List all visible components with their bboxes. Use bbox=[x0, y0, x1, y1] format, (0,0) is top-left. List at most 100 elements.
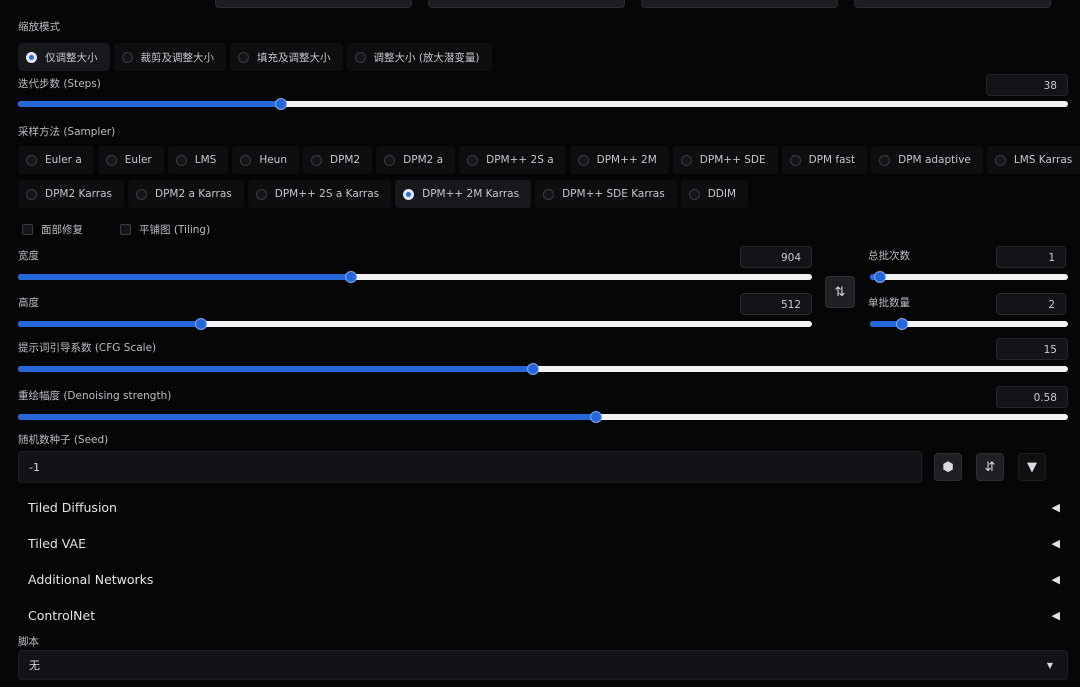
slider-fill bbox=[18, 274, 352, 280]
steps-slider[interactable] bbox=[18, 98, 1068, 110]
width-number-input[interactable]: 904 bbox=[740, 246, 812, 268]
resize-mode-radio-group: 仅调整大小 裁剪及调整大小 填充及调整大小 调整大小 (放大潜变量) bbox=[18, 43, 496, 71]
height-label: 高度 bbox=[18, 297, 39, 309]
radio-dot-icon bbox=[994, 154, 1006, 166]
reuse-seed-button[interactable]: ⇵ bbox=[976, 453, 1004, 481]
radio-dot-icon bbox=[577, 154, 589, 166]
top-button-1[interactable] bbox=[215, 0, 412, 8]
swap-arrows-icon: ⇅ bbox=[834, 284, 846, 300]
denoising-strength-label: 重绘幅度 (Denoising strength) bbox=[18, 390, 172, 402]
sampler-option-dpm-2s-a-karras[interactable]: DPM++ 2S a Karras bbox=[247, 180, 392, 208]
top-button-3[interactable] bbox=[641, 0, 838, 8]
sampler-option-lms[interactable]: LMS bbox=[167, 146, 229, 174]
sampler-label: 采样方法 (Sampler) bbox=[18, 126, 116, 138]
slider-thumb[interactable] bbox=[345, 271, 358, 283]
radio-dot-icon bbox=[384, 154, 396, 166]
sampler-option-dpm-fast[interactable]: DPM fast bbox=[781, 146, 868, 174]
slider-thumb[interactable] bbox=[274, 98, 287, 110]
caret-down-icon: ▼ bbox=[1027, 459, 1037, 475]
sampler-option-dpm2-a-karras[interactable]: DPM2 a Karras bbox=[127, 180, 244, 208]
sampler-option-ddim[interactable]: DDIM bbox=[680, 180, 749, 208]
denoising-strength-slider[interactable] bbox=[18, 411, 1068, 423]
recycle-icon: ⇵ bbox=[984, 459, 996, 475]
checkbox-box-icon bbox=[22, 224, 33, 235]
denoising-strength-number-input[interactable]: 0.58 bbox=[996, 386, 1068, 408]
batch-count-label: 总批次数 bbox=[868, 250, 910, 262]
sampler-option-heun[interactable]: Heun bbox=[232, 146, 299, 174]
resize-mode-option-1[interactable]: 裁剪及调整大小 bbox=[113, 43, 226, 71]
resize-mode-option-3[interactable]: 调整大小 (放大潜变量) bbox=[346, 43, 492, 71]
face-restore-checkbox[interactable]: 面部修复 bbox=[22, 222, 83, 237]
sampler-option-dpm-sde-karras[interactable]: DPM++ SDE Karras bbox=[535, 180, 677, 208]
swap-dimensions-button[interactable]: ⇅ bbox=[825, 276, 855, 308]
height-number-input[interactable]: 512 bbox=[740, 293, 812, 315]
dropdown-caret-icon: ▼ bbox=[1046, 660, 1053, 670]
extra-seed-toggle[interactable]: ▼ bbox=[1018, 453, 1046, 481]
resize-mode-option-0[interactable]: 仅调整大小 bbox=[18, 43, 110, 71]
slider-fill bbox=[18, 414, 596, 420]
cfg-scale-slider[interactable] bbox=[18, 363, 1068, 375]
script-dropdown[interactable]: 无 ▼ bbox=[18, 650, 1068, 680]
radio-dot-icon bbox=[789, 154, 801, 166]
resize-mode-label: 缩放模式 bbox=[18, 21, 60, 33]
cfg-scale-label: 提示词引导系数 (CFG Scale) bbox=[18, 342, 157, 354]
sampler-option-dpm-adaptive[interactable]: DPM adaptive bbox=[871, 146, 983, 174]
seed-label: 随机数种子 (Seed) bbox=[18, 434, 109, 446]
slider-thumb[interactable] bbox=[895, 318, 908, 330]
collapse-arrow-icon: ◀ bbox=[1051, 608, 1060, 622]
sampler-option-lms-karras[interactable]: LMS Karras bbox=[986, 146, 1080, 174]
batch-size-label: 单批数量 bbox=[868, 297, 910, 309]
slider-thumb[interactable] bbox=[194, 318, 207, 330]
tiling-checkbox[interactable]: 平铺图 (Tiling) bbox=[120, 222, 210, 237]
radio-dot-icon bbox=[403, 188, 415, 200]
width-label: 宽度 bbox=[18, 250, 39, 262]
radio-dot-icon bbox=[688, 188, 700, 200]
radio-dot-icon bbox=[238, 51, 249, 63]
slider-thumb[interactable] bbox=[589, 411, 602, 423]
sampler-option-dpm2[interactable]: DPM2 bbox=[303, 146, 373, 174]
dice-icon: ⬢ bbox=[942, 459, 954, 475]
radio-dot-icon bbox=[354, 51, 366, 63]
sampler-option-euler[interactable]: Euler bbox=[97, 146, 164, 174]
radio-dot-icon bbox=[680, 154, 692, 166]
batch-count-slider[interactable] bbox=[870, 271, 1068, 283]
steps-label: 迭代步数 (Steps) bbox=[18, 78, 101, 90]
top-button-2[interactable] bbox=[428, 0, 625, 8]
cfg-scale-number-input[interactable]: 15 bbox=[996, 338, 1068, 360]
top-button-4[interactable] bbox=[854, 0, 1051, 8]
slider-fill bbox=[18, 321, 201, 327]
sampler-option-dpm2-a[interactable]: DPM2 a bbox=[376, 146, 456, 174]
sampler-option-dpm-2s-a[interactable]: DPM++ 2S a bbox=[459, 146, 566, 174]
batch-size-number-input[interactable]: 2 bbox=[996, 293, 1066, 315]
slider-fill bbox=[18, 101, 281, 107]
batch-size-slider[interactable] bbox=[870, 318, 1068, 330]
batch-count-number-input[interactable]: 1 bbox=[996, 246, 1066, 268]
radio-dot-icon bbox=[255, 188, 267, 200]
height-slider[interactable] bbox=[18, 318, 812, 330]
additional-networks-accordion[interactable]: Additional Networks ◀ bbox=[18, 564, 1068, 594]
sampler-option-euler-a[interactable]: Euler a bbox=[18, 146, 94, 174]
slider-thumb[interactable] bbox=[526, 363, 539, 375]
sampler-option-dpm2-karras[interactable]: DPM2 Karras bbox=[18, 180, 124, 208]
slider-thumb[interactable] bbox=[873, 271, 886, 283]
random-seed-button[interactable]: ⬢ bbox=[934, 453, 962, 481]
steps-number-input[interactable]: 38 bbox=[986, 74, 1068, 96]
resize-mode-option-2[interactable]: 填充及调整大小 bbox=[230, 43, 343, 71]
slider-fill bbox=[18, 366, 533, 372]
radio-dot-icon bbox=[240, 154, 252, 166]
sampler-option-dpm-2m[interactable]: DPM++ 2M bbox=[569, 146, 669, 174]
radio-dot-icon bbox=[467, 154, 479, 166]
tiled-vae-accordion[interactable]: Tiled VAE ◀ bbox=[18, 528, 1068, 558]
tiled-diffusion-accordion[interactable]: Tiled Diffusion ◀ bbox=[18, 492, 1068, 522]
sampler-option-dpm-sde[interactable]: DPM++ SDE bbox=[672, 146, 778, 174]
radio-dot-icon bbox=[135, 188, 147, 200]
sampler-option-dpm-2m-karras[interactable]: DPM++ 2M Karras bbox=[395, 180, 532, 208]
controlnet-accordion[interactable]: ControlNet ◀ bbox=[18, 600, 1068, 630]
width-slider[interactable] bbox=[18, 271, 812, 283]
radio-dot-icon bbox=[175, 154, 187, 166]
radio-dot-icon bbox=[311, 154, 322, 166]
collapse-arrow-icon: ◀ bbox=[1051, 536, 1060, 550]
seed-input[interactable]: -1 bbox=[18, 451, 922, 483]
radio-dot-icon bbox=[105, 154, 117, 166]
radio-dot-icon bbox=[26, 188, 37, 200]
